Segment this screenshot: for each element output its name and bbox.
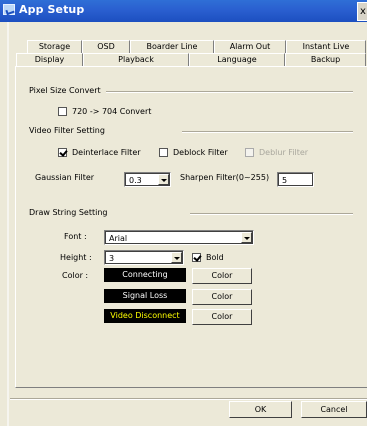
gaussian-select[interactable]: 0.3 (124, 172, 171, 187)
sharpen-label: Sharpen Filter(0~255) (180, 173, 270, 182)
height-value: 3 (109, 254, 115, 263)
height-label: Height : (60, 253, 92, 262)
dialog-divider (10, 398, 367, 400)
window-edge (7, 22, 9, 426)
sharpen-input[interactable]: 5 (277, 172, 314, 187)
video-filter-group-label: Video Filter Setting (29, 126, 105, 135)
chevron-down-icon[interactable] (158, 174, 169, 185)
tab-osd[interactable]: OSD (82, 40, 130, 53)
bold-label: Bold (206, 253, 224, 262)
signal-loss-color-button[interactable]: Color (192, 289, 252, 305)
ok-button[interactable]: OK (229, 401, 292, 418)
tab-playback[interactable]: Playback (83, 53, 189, 66)
convert-checkbox[interactable] (58, 107, 67, 116)
tab-alarm-out[interactable]: Alarm Out (214, 40, 286, 53)
tab-boarder-line[interactable]: Boarder Line (130, 40, 214, 53)
gaussian-label: Gaussian Filter (35, 173, 95, 182)
title-bar: App Setup x (0, 0, 367, 22)
cancel-button[interactable]: Cancel (301, 401, 367, 418)
close-button[interactable]: x (357, 2, 367, 21)
tab-backup[interactable]: Backup (285, 53, 366, 66)
convert-label: 720 -> 704 Convert (72, 107, 152, 116)
font-value: Arial (109, 234, 128, 243)
deblock-checkbox[interactable] (159, 148, 168, 157)
tab-display[interactable]: Display (16, 53, 83, 67)
chevron-down-icon[interactable] (241, 232, 252, 243)
tab-instant-live[interactable]: Instant Live (286, 40, 366, 53)
font-select[interactable]: Arial (104, 230, 254, 245)
deblur-checkbox (245, 148, 254, 157)
color-label: Color : (62, 271, 89, 280)
window-title: App Setup (19, 3, 85, 16)
group-divider (106, 91, 353, 93)
font-label: Font : (64, 232, 87, 241)
tab-language[interactable]: Language (189, 53, 285, 66)
pixel-size-group-label: Pixel Size Convert (29, 86, 101, 95)
sharpen-value: 5 (282, 176, 288, 185)
bold-checkbox[interactable] (192, 253, 201, 262)
group-divider (190, 213, 353, 215)
display-tab-panel (15, 66, 367, 388)
video-disconnect-color-button[interactable]: Color (192, 309, 252, 325)
deblur-label: Deblur Filter (259, 148, 309, 157)
chevron-down-icon[interactable] (171, 252, 182, 263)
deblock-label: Deblock Filter (173, 148, 228, 157)
gaussian-value: 0.3 (129, 176, 142, 185)
deinterlace-label: Deinterlace Filter (72, 148, 141, 157)
signal-loss-color-preview: Signal Loss (104, 289, 186, 303)
deinterlace-checkbox[interactable] (58, 148, 67, 157)
app-setup-icon (3, 4, 15, 15)
draw-string-group-label: Draw String Setting (29, 208, 108, 217)
height-select[interactable]: 3 (104, 250, 184, 265)
group-divider (182, 131, 353, 133)
tab-storage[interactable]: Storage (27, 40, 82, 53)
connecting-color-preview: Connecting (104, 268, 186, 282)
video-disconnect-color-preview: Video Disconnect (104, 309, 186, 323)
connecting-color-button[interactable]: Color (192, 268, 252, 284)
